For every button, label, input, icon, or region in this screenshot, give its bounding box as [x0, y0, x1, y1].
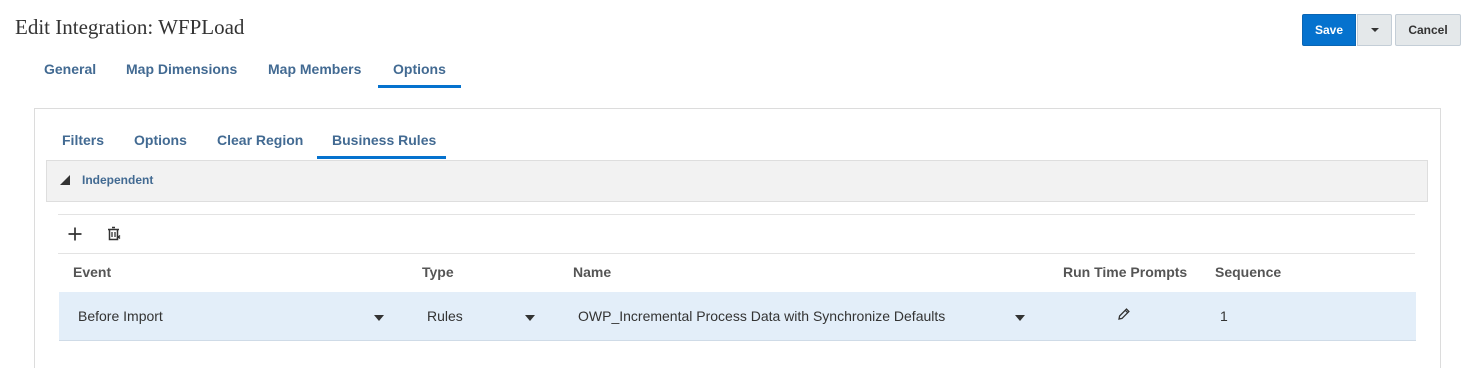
- type-dropdown-icon[interactable]: [525, 315, 535, 321]
- save-button[interactable]: Save: [1302, 14, 1356, 46]
- column-header-type: Type: [422, 264, 454, 280]
- column-header-name: Name: [573, 264, 612, 280]
- save-menu-button[interactable]: [1357, 14, 1392, 46]
- tab-clear-region[interactable]: Clear Region: [217, 132, 303, 148]
- section-label: Independent: [82, 173, 154, 187]
- name-select-value[interactable]: OWP_Incremental Process Data with Synchr…: [578, 308, 945, 324]
- column-header-event: Event: [73, 264, 112, 280]
- column-header-sequence: Sequence: [1215, 264, 1282, 280]
- pencil-icon[interactable]: [1117, 307, 1131, 326]
- cancel-button[interactable]: Cancel: [1395, 14, 1461, 46]
- tab-general[interactable]: General: [44, 61, 96, 77]
- plus-icon[interactable]: [67, 226, 83, 247]
- delete-icon[interactable]: [106, 226, 122, 247]
- table-row[interactable]: Before Import Rules OWP_Incremental Proc…: [59, 292, 1416, 341]
- divider: [58, 214, 1415, 215]
- divider: [58, 253, 1415, 254]
- event-dropdown-icon[interactable]: [374, 315, 384, 321]
- tab-map-dimensions[interactable]: Map Dimensions: [126, 61, 237, 77]
- page-title: Edit Integration: WFPLoad: [15, 15, 245, 39]
- collapse-triangle-icon[interactable]: [60, 175, 70, 185]
- event-select-value[interactable]: Before Import: [78, 308, 163, 324]
- sequence-value[interactable]: 1: [1220, 308, 1228, 324]
- tab-options[interactable]: Options: [393, 61, 446, 77]
- type-select-value[interactable]: Rules: [427, 308, 463, 324]
- subtab-selected-indicator: [317, 156, 446, 159]
- name-dropdown-icon[interactable]: [1015, 315, 1025, 321]
- tab-map-members[interactable]: Map Members: [268, 61, 361, 77]
- tab-business-rules[interactable]: Business Rules: [332, 132, 436, 148]
- independent-section-header[interactable]: Independent: [46, 160, 1428, 202]
- tab-filters[interactable]: Filters: [62, 132, 104, 148]
- tab-options-sub[interactable]: Options: [134, 132, 187, 148]
- chevron-down-icon: [1370, 28, 1379, 32]
- tab-selected-indicator: [378, 85, 461, 88]
- column-header-run-time-prompts: Run Time Prompts: [1063, 264, 1188, 280]
